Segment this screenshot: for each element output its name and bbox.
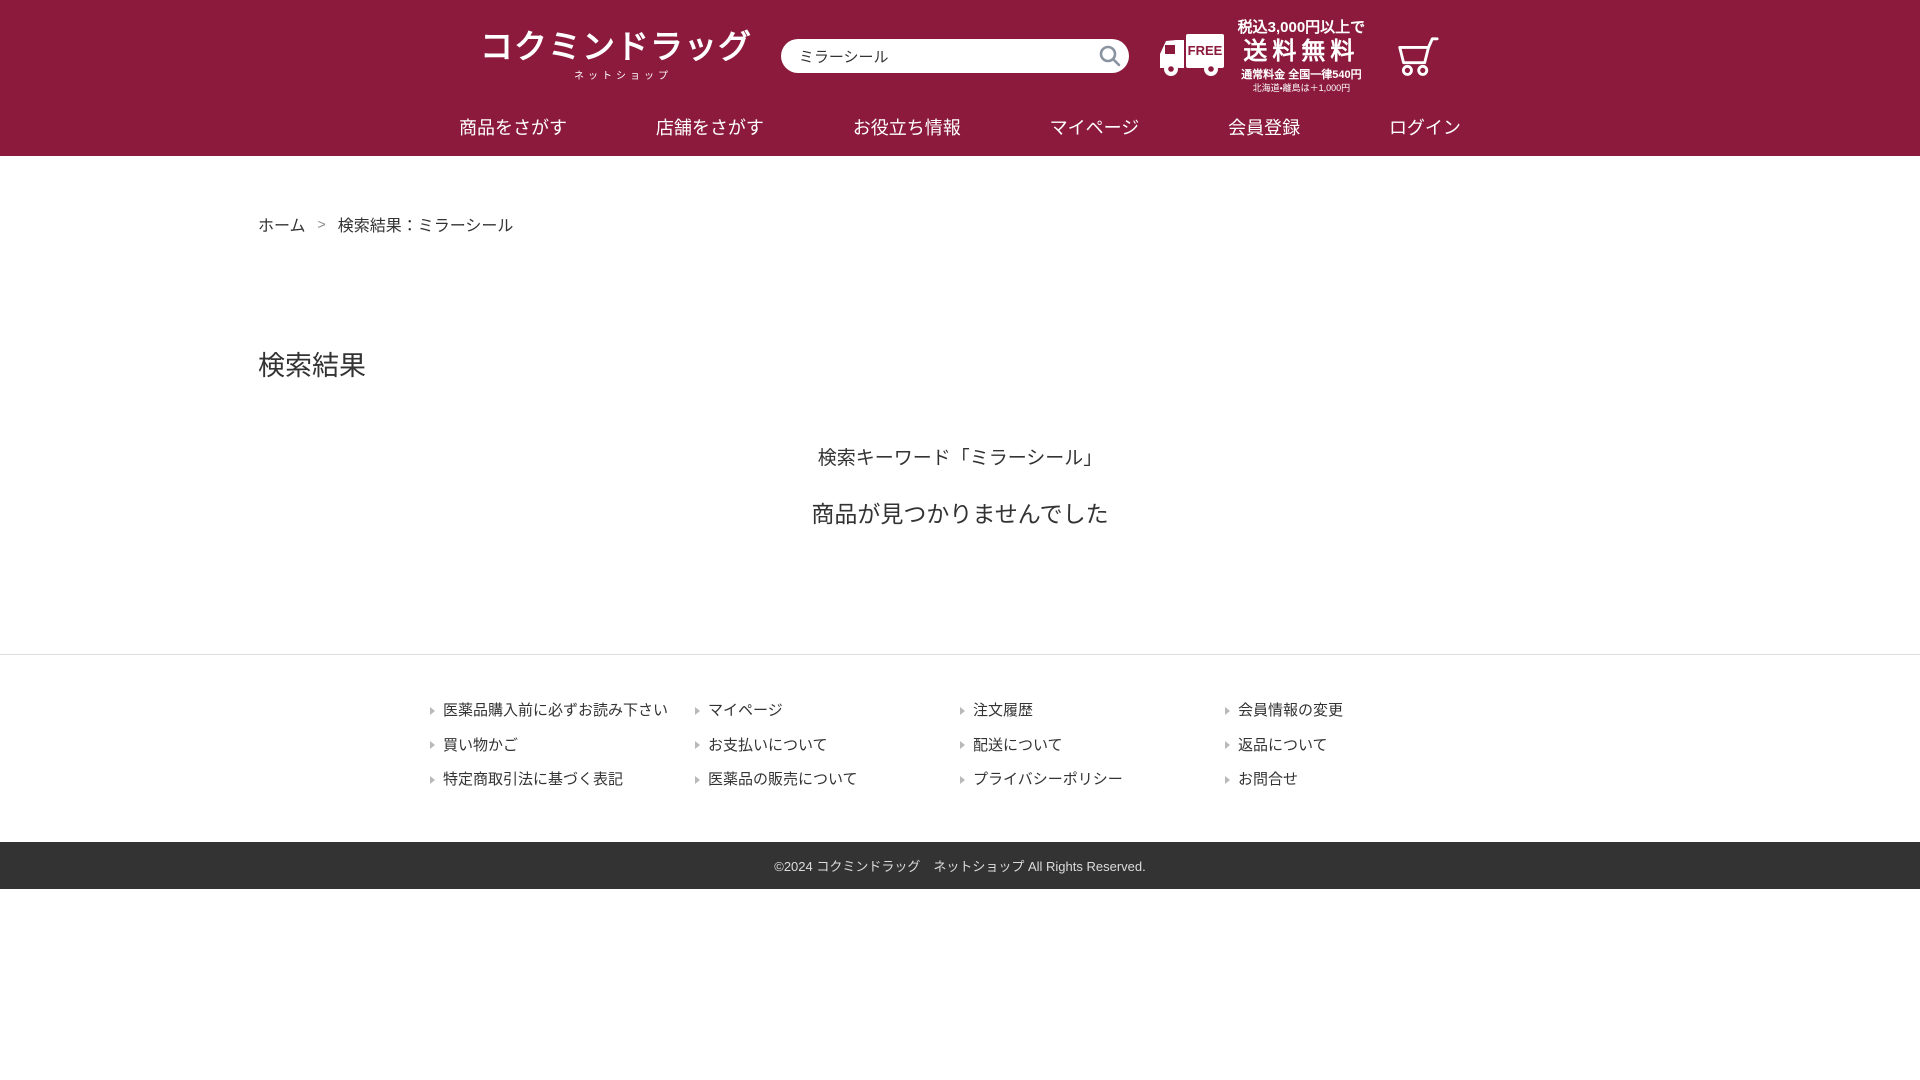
footer-link-medicine-notice[interactable]: 医薬品購入前に必ずお読み下さい [430,701,695,721]
footer-link-label: 配送について [973,736,1063,756]
free-shipping-badge: FREE 税込3,000円以上で 送料無料 通常料金 全国一律540円 北海道・… [1158,19,1366,93]
arrow-right-icon [430,776,435,784]
footer-link-privacy-policy[interactable]: プライバシーポリシー [960,770,1225,790]
footer-link-label: プライバシーポリシー [973,770,1123,790]
search-button[interactable] [1093,42,1123,70]
arrow-right-icon [960,741,965,749]
arrow-right-icon [430,707,435,715]
cart-button[interactable] [1394,34,1440,78]
main-content: 検索結果 検索キーワード「ミラーシール」 商品が見つかりませんでした [258,344,1662,654]
nav-item-login[interactable]: ログイン [1385,108,1465,146]
nav-item-mypage[interactable]: マイページ [1046,108,1144,146]
page-title: 検索結果 [258,344,1662,383]
footer-link-medicine-sales[interactable]: 医薬品の販売について [695,770,960,790]
footer-link-cart[interactable]: 買い物かご [430,736,695,756]
footer-link-delivery[interactable]: 配送について [960,736,1225,756]
breadcrumb-home-link[interactable]: ホーム [258,212,306,236]
breadcrumb-separator: > [318,216,326,232]
breadcrumb: ホーム > 検索結果：ミラーシール [258,156,1662,236]
shipping-free-label: 送料無料 [1238,38,1366,66]
footer-link-label: お支払いについて [708,736,828,756]
nav-item-register[interactable]: 会員登録 [1224,108,1304,146]
footer-column-4: 会員情報の変更 返品について お問合せ [1225,701,1490,790]
footer-link-mypage[interactable]: マイページ [695,701,960,721]
arrow-right-icon [1225,741,1230,749]
delivery-truck-icon: FREE [1158,27,1228,84]
site-header: コクミンドラッグ ネットショップ FREE [0,0,1920,156]
shipping-normal-fee: 通常料金 全国一律540円 [1238,69,1366,82]
shipping-threshold: 税込3,000円以上で [1238,19,1366,36]
search-keyword-text: 検索キーワード「ミラーシール」 [258,443,1662,470]
footer-column-1: 医薬品購入前に必ずお読み下さい 買い物かご 特定商取引法に基づく表記 [430,701,695,790]
arrow-right-icon [1225,776,1230,784]
breadcrumb-current: 検索結果：ミラーシール [338,212,514,236]
arrow-right-icon [695,776,700,784]
cart-icon [1394,34,1440,78]
footer-link-label: お問合せ [1238,770,1298,790]
arrow-right-icon [1225,707,1230,715]
arrow-right-icon [695,741,700,749]
shipping-remote-fee: 北海道・離島は＋1,000円 [1238,83,1366,93]
footer-link-member-info[interactable]: 会員情報の変更 [1225,701,1490,721]
footer-link-returns[interactable]: 返品について [1225,736,1490,756]
copyright-text: ©2024 コクミンドラッグ ネットショップ All Rights Reserv… [774,856,1146,875]
footer-link-label: 会員情報の変更 [1238,701,1343,721]
arrow-right-icon [960,776,965,784]
main-nav: 商品をさがす 店舗をさがす お役立ち情報 マイページ 会員登録 ログイン [455,98,1465,156]
nav-item-stores[interactable]: 店舗をさがす [652,108,768,146]
footer-link-grid: 医薬品購入前に必ずお読み下さい 買い物かご 特定商取引法に基づく表記 マイページ… [430,701,1490,790]
footer-link-label: 医薬品の販売について [708,770,858,790]
footer-link-label: マイページ [708,701,783,721]
footer-column-3: 注文履歴 配送について プライバシーポリシー [960,701,1225,790]
no-results-text: 商品が見つかりませんでした [258,495,1662,529]
truck-free-label: FREE [1187,43,1222,58]
site-logo[interactable]: コクミンドラッグ ネットショップ [480,30,752,82]
footer-column-2: マイページ お支払いについて 医薬品の販売について [695,701,960,790]
footer-link-commercial-law[interactable]: 特定商取引法に基づく表記 [430,770,695,790]
header-top-row: コクミンドラッグ ネットショップ FREE [480,14,1440,98]
footer-link-label: 特定商取引法に基づく表記 [443,770,623,790]
footer-link-order-history[interactable]: 注文履歴 [960,701,1225,721]
arrow-right-icon [695,707,700,715]
footer-link-label: 買い物かご [443,736,518,756]
nav-item-useful-info[interactable]: お役立ち情報 [849,108,965,146]
search-form [781,39,1129,73]
content-wrapper: ホーム > 検索結果：ミラーシール 検索結果 検索キーワード「ミラーシール」 商… [258,156,1662,654]
search-input[interactable] [781,39,1129,73]
copyright-bar: ©2024 コクミンドラッグ ネットショップ All Rights Reserv… [0,842,1920,889]
arrow-right-icon [960,707,965,715]
result-message: 検索キーワード「ミラーシール」 商品が見つかりませんでした [258,443,1662,529]
footer-link-label: 医薬品購入前に必ずお読み下さい [443,701,668,721]
logo-title: コクミンドラッグ [480,30,752,63]
footer-link-label: 返品について [1238,736,1328,756]
footer-link-contact[interactable]: お問合せ [1225,770,1490,790]
spacer [258,529,1662,654]
footer-link-label: 注文履歴 [973,701,1033,721]
logo-subtitle: ネットショップ [480,67,752,82]
footer-link-payment[interactable]: お支払いについて [695,736,960,756]
search-icon [1098,56,1122,71]
site-footer: 医薬品購入前に必ずお読み下さい 買い物かご 特定商取引法に基づく表記 マイページ… [0,654,1920,842]
nav-item-products[interactable]: 商品をさがす [455,108,571,146]
shipping-text: 税込3,000円以上で 送料無料 通常料金 全国一律540円 北海道・離島は＋1… [1238,19,1366,93]
arrow-right-icon [430,741,435,749]
